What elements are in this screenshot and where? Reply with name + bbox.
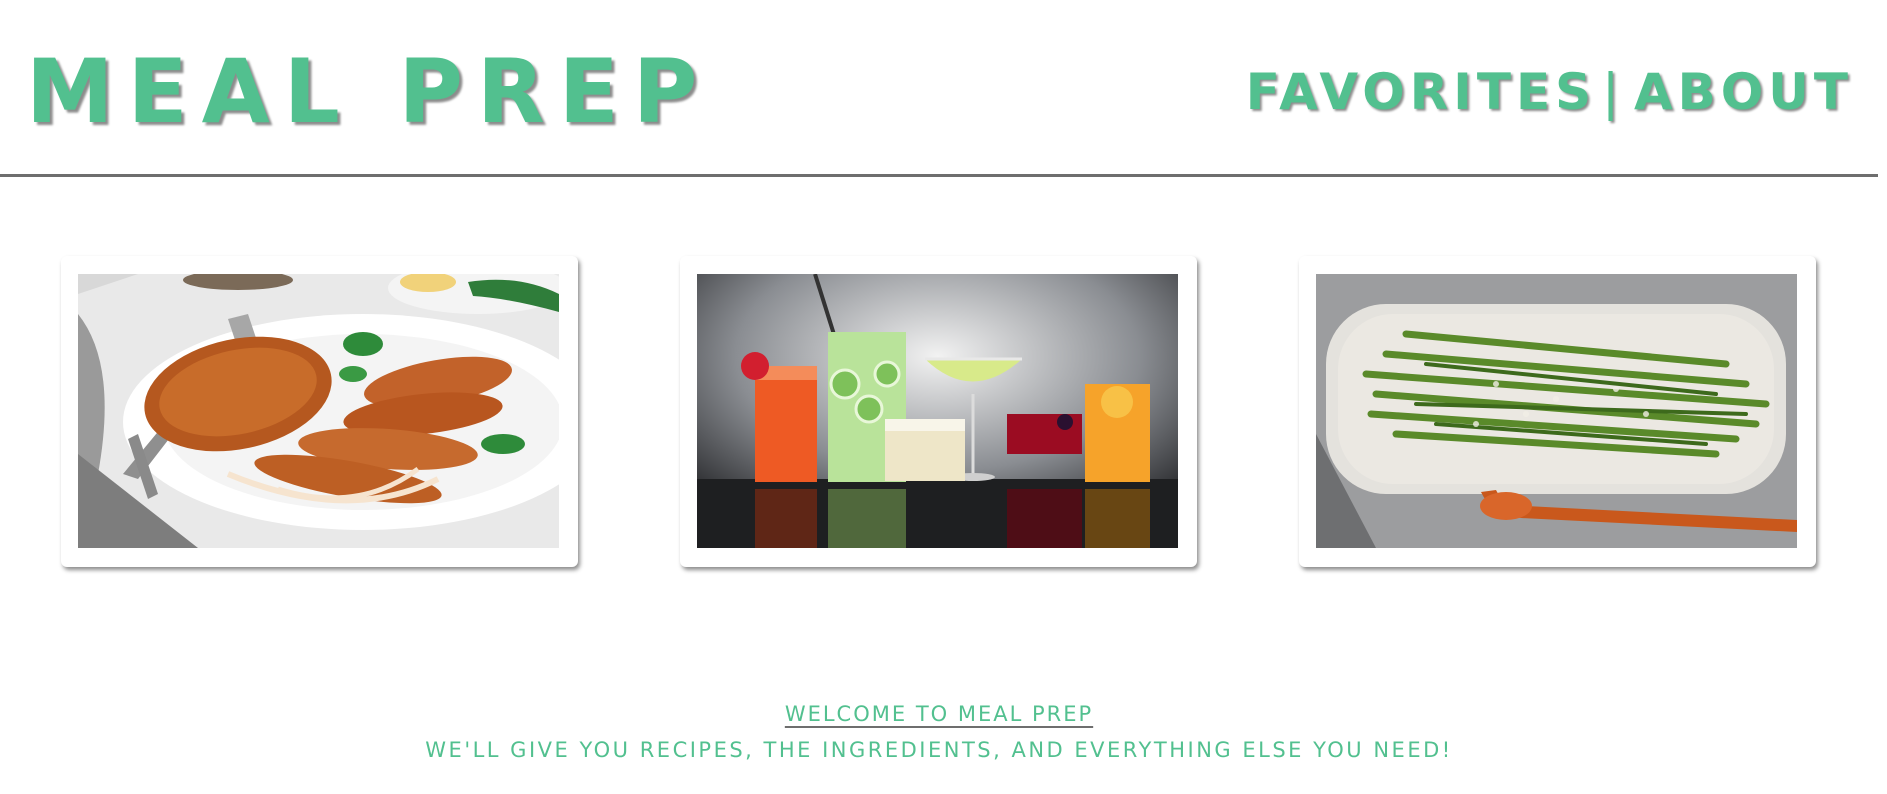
drinks-photo[interactable]: [697, 274, 1178, 548]
gallery-card-drinks: [680, 256, 1197, 567]
nav-separator: |: [1602, 63, 1624, 121]
page: MEAL PREP FAVORITES | ABOUT WELCOME TO M…: [0, 0, 1887, 794]
chicken-photo[interactable]: [78, 274, 559, 548]
nav-favorites-link[interactable]: FAVORITES: [1246, 62, 1596, 122]
header-divider: [0, 174, 1878, 177]
nav-about-link[interactable]: ABOUT: [1634, 62, 1853, 122]
gallery-card-asparagus: [1299, 256, 1816, 567]
gallery-card-chicken: [61, 256, 578, 567]
welcome-link-text[interactable]: WELCOME TO MEAL PREP: [785, 702, 1093, 726]
asparagus-photo[interactable]: [1316, 274, 1797, 548]
site-logo[interactable]: MEAL PREP: [26, 42, 711, 142]
intro-tagline: WE'LL GIVE YOU RECIPES, THE INGREDIENTS,…: [425, 738, 1453, 762]
main-nav: FAVORITES | ABOUT: [1246, 62, 1853, 122]
welcome-heading[interactable]: WELCOME TO MEAL PREP: [0, 702, 1878, 726]
